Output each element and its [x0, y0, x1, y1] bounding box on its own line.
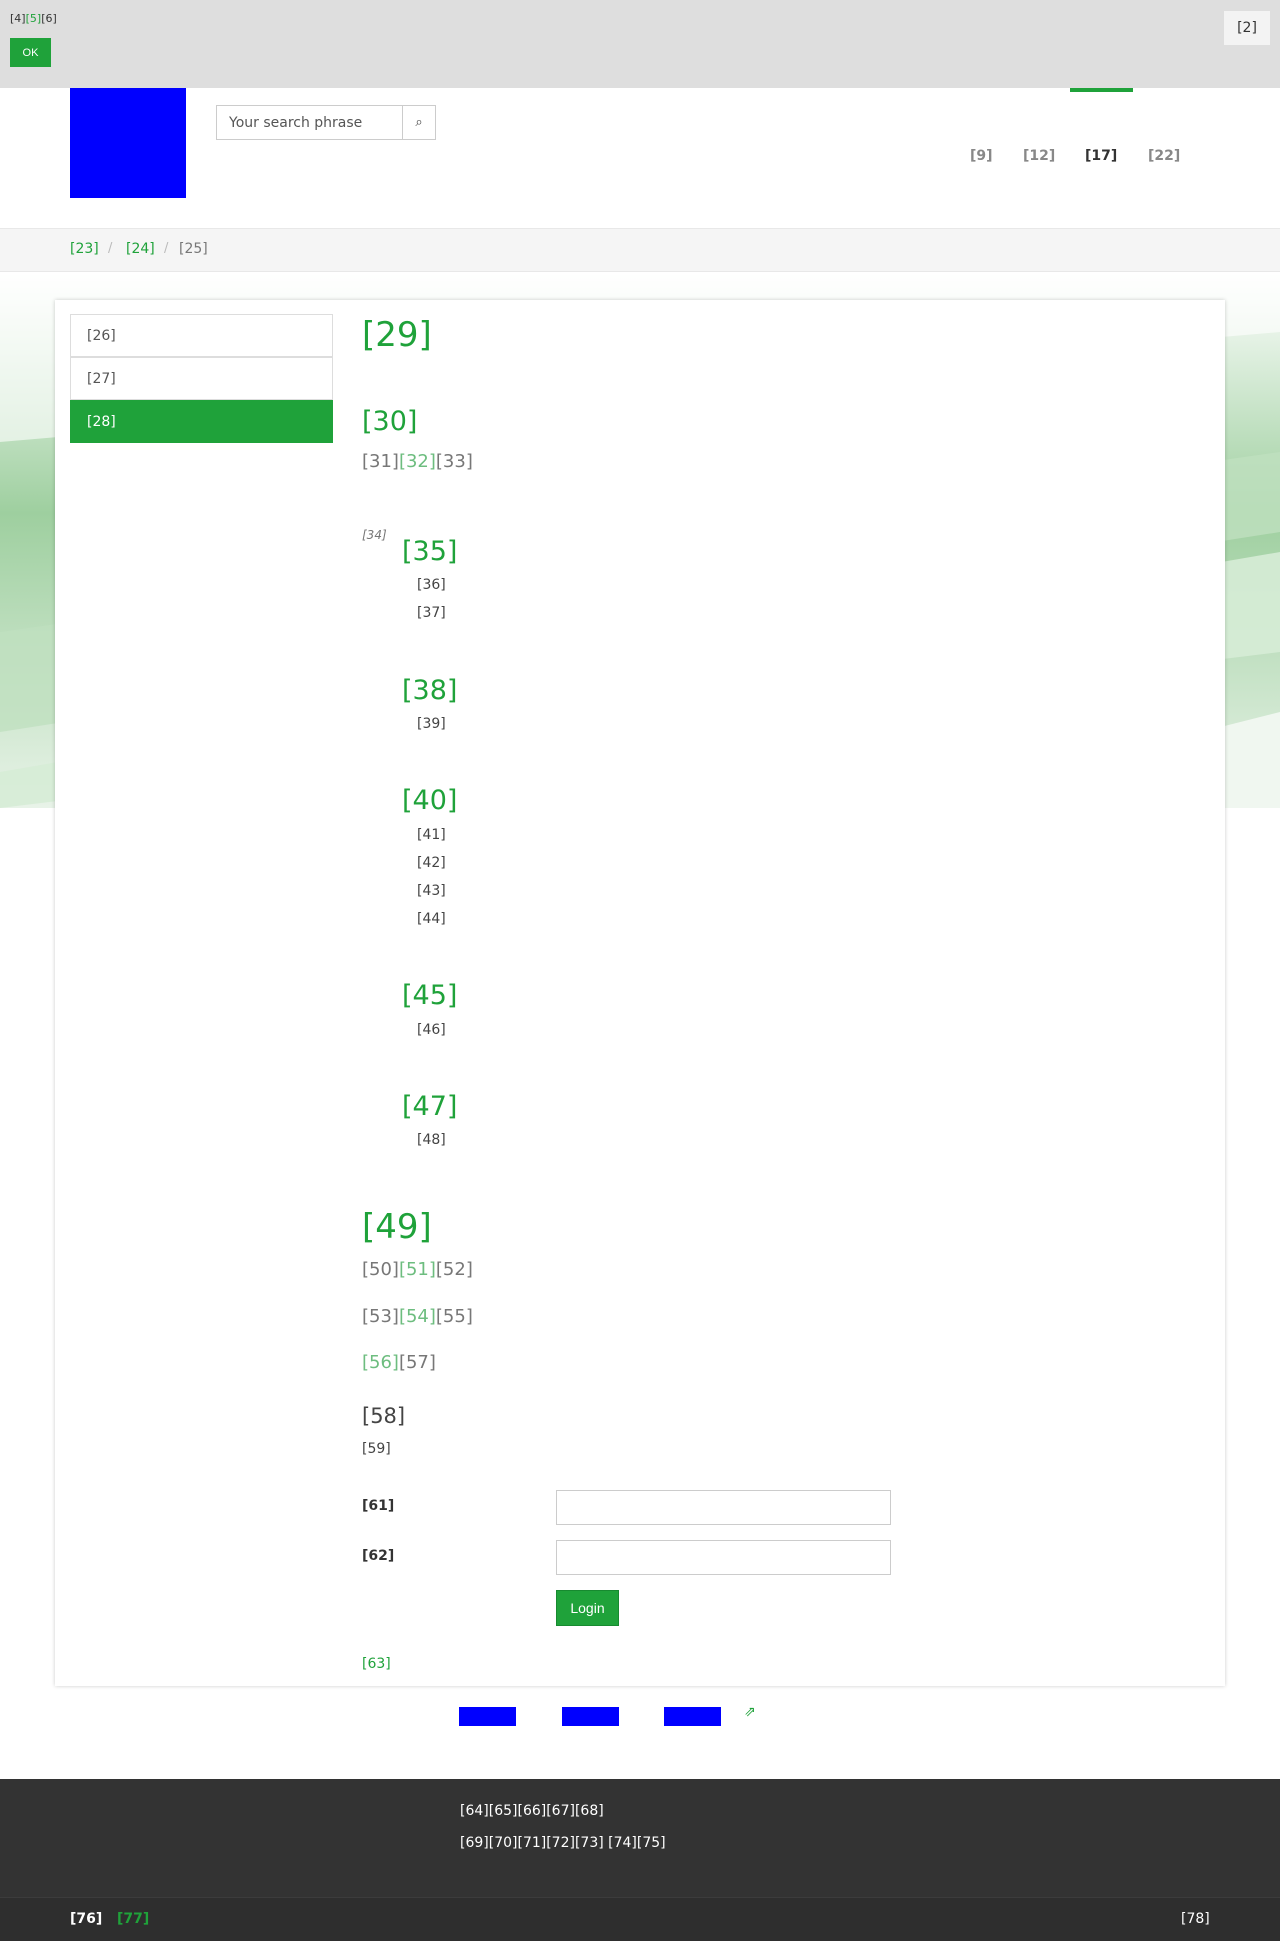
username-field[interactable]: [556, 1490, 891, 1525]
nav-active-indicator: [1070, 88, 1133, 92]
group-link[interactable]: [44]: [417, 911, 446, 927]
footer-bottom-bar: [0, 1897, 1280, 1941]
breadcrumb-separator: /: [164, 241, 169, 256]
social-badge-3[interactable]: [664, 1707, 721, 1726]
inline-link[interactable]: [32]: [399, 451, 436, 472]
group-link[interactable]: [42]: [417, 855, 446, 871]
group-link[interactable]: [36]: [417, 577, 446, 593]
password-field[interactable]: [556, 1540, 891, 1575]
inline-link[interactable]: [54]: [399, 1306, 436, 1327]
breadcrumb-current: [25]: [179, 241, 208, 257]
page-title: [29]: [362, 315, 432, 355]
password-label: [62]: [362, 1548, 395, 1564]
footer-links-row-1[interactable]: [64][65][66][67][68]: [460, 1803, 604, 1819]
username-label: [61]: [362, 1498, 395, 1514]
section-line: [50][51][52]: [362, 1259, 473, 1280]
group-title: [45]: [402, 980, 458, 1011]
social-badge-2[interactable]: [562, 1707, 619, 1726]
inline-link[interactable]: [56]: [362, 1352, 399, 1373]
group-title: [47]: [402, 1091, 458, 1122]
cookie-ok-button[interactable]: OK: [10, 38, 51, 67]
group-link[interactable]: [46]: [417, 1022, 446, 1038]
social-badge-1[interactable]: [459, 1707, 516, 1726]
login-subtitle: [59]: [362, 1441, 391, 1457]
footer-links-row-2[interactable]: [69][70][71][72][73] [74][75]: [460, 1835, 666, 1851]
sidebar-item-2[interactable]: [27]: [70, 357, 333, 400]
cookie-message: [4][5][6]: [10, 12, 57, 25]
search-input[interactable]: [216, 105, 403, 140]
cookie-bar: [4][5][6] OK [2]: [0, 0, 1280, 88]
footer-right-link[interactable]: [78]: [1181, 1911, 1210, 1927]
nav-item-4[interactable]: [22]: [1148, 148, 1180, 164]
login-button[interactable]: Login: [556, 1590, 619, 1626]
breadcrumb-separator: /: [108, 241, 113, 256]
breadcrumb-item-1[interactable]: [23]: [70, 241, 99, 257]
cookie-policy-link[interactable]: [5]: [26, 12, 42, 25]
section-title: [49]: [362, 1207, 432, 1247]
group-title: [40]: [402, 785, 458, 816]
caption: [34]: [362, 528, 387, 542]
site-logo[interactable]: [70, 88, 186, 198]
sidebar-item-3-active[interactable]: [28]: [70, 400, 333, 443]
sidebar-item-1[interactable]: [26]: [70, 314, 333, 357]
group-link[interactable]: [48]: [417, 1132, 446, 1148]
group-link[interactable]: [43]: [417, 883, 446, 899]
section-line: [53][54][55]: [362, 1306, 473, 1327]
cookie-text-b: [6]: [41, 12, 57, 25]
group-title: [35]: [402, 536, 458, 567]
cookie-text-a: [4]: [10, 12, 26, 25]
cookie-close-button[interactable]: [2]: [1224, 11, 1270, 45]
breadcrumb-item-2[interactable]: [24]: [126, 241, 155, 257]
section-line: [56][57]: [362, 1352, 436, 1373]
inline-link[interactable]: [51]: [399, 1259, 436, 1280]
section-title: [30]: [362, 406, 418, 437]
nav-item-3-active[interactable]: [17]: [1085, 148, 1117, 164]
footer-bottom-link[interactable]: [77]: [117, 1911, 149, 1927]
footer-copyright: [76]: [70, 1911, 103, 1927]
group-link[interactable]: [41]: [417, 827, 446, 843]
group-link[interactable]: [39]: [417, 716, 446, 732]
group-title: [38]: [402, 675, 458, 706]
search-button[interactable]: ⌕: [402, 105, 436, 140]
section-line: [31][32][33]: [362, 451, 473, 472]
nav-item-2[interactable]: [12]: [1023, 148, 1055, 164]
forgot-password-link[interactable]: [63]: [362, 1656, 391, 1672]
share-icon[interactable]: ⇗: [744, 1704, 756, 1720]
group-link[interactable]: [37]: [417, 605, 446, 621]
search-icon: ⌕: [415, 115, 423, 130]
content-card: [55, 300, 1225, 1686]
login-title: [58]: [362, 1404, 406, 1428]
nav-item-1[interactable]: [9]: [970, 148, 993, 164]
